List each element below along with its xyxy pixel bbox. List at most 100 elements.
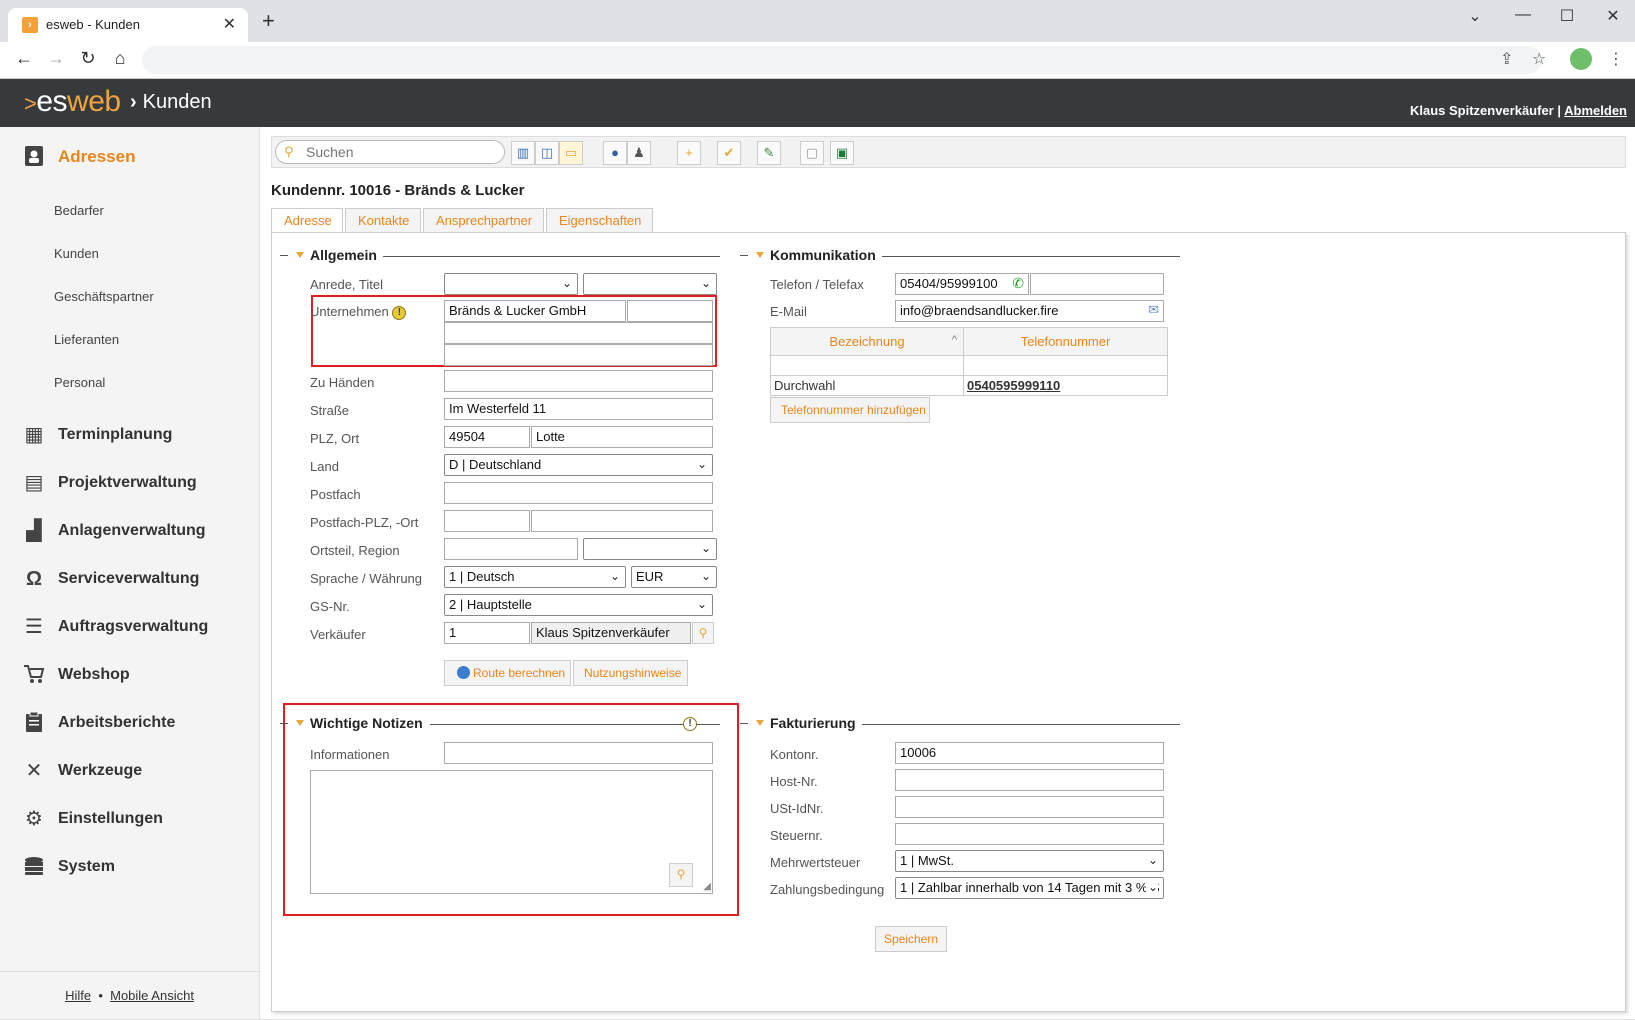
sidebar-item-system[interactable]: System	[22, 855, 115, 879]
section-kommunikation[interactable]: Kommunikation	[740, 246, 1180, 266]
notes-textarea[interactable]: ⚲ ◢	[310, 770, 713, 894]
sidebar-item-auftragsverwaltung[interactable]: ☰ Auftragsverwaltung	[22, 615, 208, 639]
telefon-input[interactable]: 05404/95999100 ✆	[895, 273, 1029, 295]
ort-input[interactable]: Lotte	[531, 426, 713, 448]
verkaeufer-search-icon[interactable]: ⚲	[692, 622, 714, 644]
minimize-icon[interactable]: —	[1508, 6, 1538, 24]
table-row[interactable]: Durchwahl 0540595999110	[770, 375, 1168, 396]
region-select[interactable]: ⌄	[583, 538, 717, 560]
sidebar-item-arbeitsberichte[interactable]: Arbeitsberichte	[22, 711, 175, 735]
close-window-icon[interactable]: ✕	[1598, 6, 1628, 26]
steuer-input[interactable]	[895, 823, 1164, 845]
mail-icon[interactable]: ✉	[1148, 302, 1159, 318]
sidebar-item-webshop[interactable]: Webshop	[22, 663, 130, 687]
tab-adresse[interactable]: Adresse	[271, 208, 343, 234]
phone-number-link[interactable]: 0540595999110	[963, 375, 1168, 396]
sidebar-item-terminplanung[interactable]: ▦ Terminplanung	[22, 423, 173, 447]
postfach-ort-input[interactable]	[531, 510, 713, 532]
help-link[interactable]: Hilfe	[65, 988, 91, 1003]
plz-input[interactable]: 49504	[444, 426, 530, 448]
address-bar[interactable]	[142, 46, 1542, 74]
section-wichtige-notizen[interactable]: Wichtige Notizen !	[280, 714, 720, 734]
mobile-view-link[interactable]: Mobile Ansicht	[110, 988, 194, 1003]
tab-ansprechpartner[interactable]: Ansprechpartner	[423, 208, 544, 233]
maximize-icon[interactable]: ☐	[1552, 6, 1582, 26]
sidebar-item-adressen[interactable]: Adressen	[22, 145, 135, 169]
unternehmen-2-input[interactable]	[444, 322, 713, 344]
new-tab-icon[interactable]: +	[262, 10, 275, 32]
profile-avatar[interactable]	[1570, 48, 1592, 70]
sidebar-sub-geschaeftspartner[interactable]: Geschäftspartner	[54, 289, 154, 304]
telefax-input[interactable]	[1030, 273, 1164, 295]
tab-eigenschaften[interactable]: Eigenschaften	[546, 208, 653, 233]
mwst-select[interactable]: 1 | MwSt. ⌄	[895, 850, 1164, 872]
sidebar-item-projektverwaltung[interactable]: ▤ Projektverwaltung	[22, 471, 197, 495]
zu-haenden-input[interactable]	[444, 370, 713, 392]
sprache-select[interactable]: 1 | Deutsch ⌄	[444, 566, 626, 588]
gs-nr-select[interactable]: 2 | Hauptstelle ⌄	[444, 594, 713, 616]
logout-link[interactable]: Abmelden	[1564, 103, 1627, 118]
menu-dots-icon[interactable]: ⋮	[1608, 49, 1624, 69]
nutzungshinweise-button[interactable]: Nutzungshinweise	[573, 660, 688, 686]
unternehmen-suffix-input[interactable]	[627, 300, 713, 322]
tab-search-icon[interactable]: ⌄	[1460, 6, 1490, 26]
phone-call-icon[interactable]: ✆	[1012, 275, 1024, 291]
add-icon[interactable]: +	[677, 141, 701, 165]
reload-icon[interactable]: ↻	[76, 48, 100, 69]
postfach-input[interactable]	[444, 482, 713, 504]
sidebar-sub-lieferanten[interactable]: Lieferanten	[54, 332, 119, 347]
user-remove-icon[interactable]: ♟	[627, 141, 651, 165]
sidebar-sub-personal[interactable]: Personal	[54, 375, 105, 390]
excel-export-icon[interactable]: ▣	[830, 141, 854, 165]
home-icon[interactable]: ⌂	[108, 48, 132, 69]
sidebar-item-serviceverwaltung[interactable]: Ω Serviceverwaltung	[22, 567, 199, 591]
column-header-telefonnummer[interactable]: Telefonnummer	[963, 327, 1168, 356]
unternehmen-1-input[interactable]: Bränds & Lucker GmbH	[444, 300, 626, 322]
column-header-bezeichnung[interactable]: Bezeichnung ^	[770, 327, 964, 356]
close-tab-icon[interactable]: ✕	[223, 14, 236, 34]
notes-search-icon[interactable]: ⚲	[669, 863, 693, 887]
bookmark-star-icon[interactable]: ☆	[1532, 49, 1546, 69]
strasse-input[interactable]: Im Westerfeld 11	[444, 398, 713, 420]
folder-icon[interactable]: ▭	[559, 141, 583, 165]
section-allgemein[interactable]: Allgemein	[280, 246, 720, 266]
back-icon[interactable]: ←	[12, 48, 36, 69]
informationen-input[interactable]	[444, 742, 713, 764]
tab-kontakte[interactable]: Kontakte	[345, 208, 421, 233]
anrede-select[interactable]: ⌄	[444, 273, 578, 295]
sidebar-item-anlagenverwaltung[interactable]: ▟ Anlagenverwaltung	[22, 519, 205, 543]
share-icon[interactable]: ⇪	[1500, 49, 1513, 69]
host-input[interactable]	[895, 769, 1164, 791]
land-select[interactable]: D | Deutschland ⌄	[444, 454, 713, 476]
user-add-icon[interactable]: ●	[603, 141, 627, 165]
waehrung-select[interactable]: EUR ⌄	[631, 566, 717, 588]
save-button[interactable]: Speichern	[875, 926, 947, 952]
check-icon[interactable]: ✔	[717, 141, 741, 165]
postfach-plz-input[interactable]	[444, 510, 530, 532]
search-input[interactable]	[304, 143, 494, 161]
sidebar-item-einstellungen[interactable]: ⚙ Einstellungen	[22, 807, 163, 831]
sidebar-sub-bedarfer[interactable]: Bedarfer	[54, 203, 104, 218]
sidebar-item-werkzeuge[interactable]: ✕ Werkzeuge	[22, 759, 143, 783]
verkaeufer-nr-input[interactable]: 1	[444, 622, 530, 644]
detail-view-icon[interactable]: ◫	[535, 141, 559, 165]
route-button[interactable]: Route berechnen	[444, 660, 571, 686]
unternehmen-3-input[interactable]	[444, 344, 713, 366]
add-phone-button[interactable]: Telefonnummer hinzufügen	[770, 397, 930, 423]
ortsteil-input[interactable]	[444, 538, 578, 560]
resize-handle-icon[interactable]: ◢	[703, 879, 711, 893]
document-icon[interactable]: ▢	[800, 141, 824, 165]
kontonr-input[interactable]: 10006	[895, 742, 1164, 764]
edit-users-icon[interactable]: ✎	[757, 141, 781, 165]
sidebar-sub-kunden[interactable]: Kunden	[54, 246, 99, 261]
email-input[interactable]: info@braendsandlucker.fire ✉	[895, 300, 1164, 322]
section-fakturierung[interactable]: Fakturierung	[740, 714, 1180, 734]
list-view-icon[interactable]: ▥	[511, 141, 535, 165]
search-box[interactable]: ⚲	[275, 140, 505, 164]
browser-tab[interactable]: › esweb - Kunden ✕	[8, 8, 248, 42]
ust-input[interactable]	[895, 796, 1164, 818]
titel-select[interactable]: ⌄	[583, 273, 717, 295]
esweb-logo[interactable]: >esweb	[24, 85, 121, 119]
forward-icon[interactable]: →	[44, 48, 68, 69]
zahlung-select[interactable]: 1 | Zahlbar innerhalb von 14 Tagen mit 3…	[895, 877, 1164, 899]
